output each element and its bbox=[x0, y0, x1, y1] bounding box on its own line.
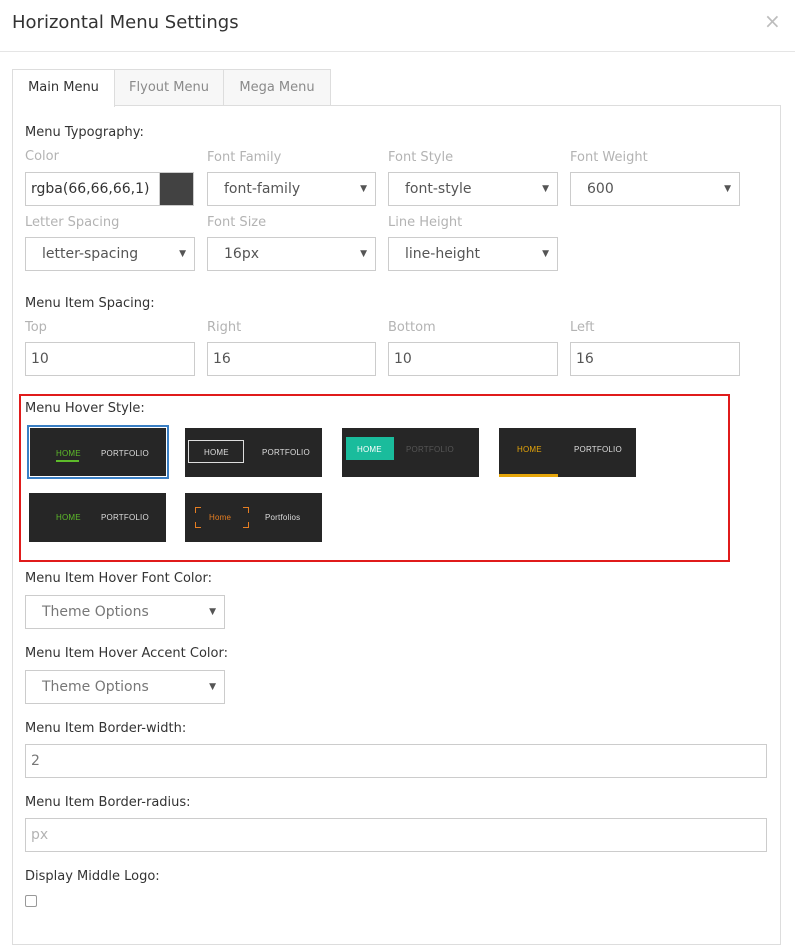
font-size-value: 16px bbox=[224, 246, 259, 262]
middle-logo-checkbox[interactable] bbox=[25, 895, 37, 907]
preview-home-label: HOME bbox=[56, 513, 81, 522]
hover-font-color-title: Menu Item Hover Font Color: bbox=[25, 571, 212, 586]
font-style-select[interactable]: font-style ▼ bbox=[388, 172, 558, 206]
tab-flyout-menu[interactable]: Flyout Menu bbox=[114, 69, 224, 106]
hover-font-color-value: Theme Options bbox=[42, 604, 149, 620]
chevron-down-icon: ▼ bbox=[724, 184, 731, 194]
underline-accent bbox=[56, 460, 79, 462]
border-radius-title: Menu Item Border-radius: bbox=[25, 795, 191, 810]
hover-style-option-text-color[interactable]: HOME PORTFOLIO bbox=[29, 493, 166, 542]
chevron-down-icon: ▼ bbox=[179, 249, 186, 259]
chevron-down-icon: ▼ bbox=[542, 184, 549, 194]
color-input[interactable]: rgba(66,66,66,1) bbox=[25, 172, 160, 206]
hover-style-option-underline[interactable]: HOME PORTFOLIO bbox=[27, 425, 169, 479]
font-family-value: font-family bbox=[224, 181, 301, 197]
hover-style-option-bottom-bar[interactable]: HOME PORTFOLIO bbox=[499, 428, 636, 477]
preview-home-label: HOME bbox=[357, 445, 382, 454]
preview-portfolio-label: PORTFOLIO bbox=[101, 449, 149, 458]
spacing-bottom-label: Bottom bbox=[388, 320, 436, 335]
spacing-right-label: Right bbox=[207, 320, 242, 335]
preview-home-label: Home bbox=[209, 513, 232, 522]
color-swatch[interactable] bbox=[159, 172, 194, 206]
bracket-corner bbox=[195, 522, 201, 528]
font-weight-select[interactable]: 600 ▼ bbox=[570, 172, 740, 206]
preview-portfolio-label: PORTFOLIO bbox=[101, 513, 149, 522]
spacing-right-input[interactable]: 16 bbox=[207, 342, 376, 376]
typography-title: Menu Typography: bbox=[25, 125, 144, 140]
preview-home-label: HOME bbox=[517, 445, 542, 454]
spacing-top-label: Top bbox=[25, 320, 47, 335]
border-width-input[interactable]: 2 bbox=[25, 744, 767, 778]
preview-portfolio-label: PORTFOLIO bbox=[574, 445, 622, 454]
hover-style-title: Menu Hover Style: bbox=[25, 401, 145, 416]
preview-home-label: HOME bbox=[56, 449, 81, 458]
font-style-value: font-style bbox=[405, 181, 472, 197]
font-family-label: Font Family bbox=[207, 150, 282, 165]
line-height-value: line-height bbox=[405, 246, 480, 262]
chevron-down-icon: ▼ bbox=[209, 607, 216, 617]
preview-portfolio-label: PORTFOLIO bbox=[262, 448, 310, 457]
hover-accent-color-select[interactable]: Theme Options ▼ bbox=[25, 670, 225, 704]
font-weight-label: Font Weight bbox=[570, 150, 648, 165]
spacing-top-input[interactable]: 10 bbox=[25, 342, 195, 376]
preview-portfolio-label: PORTFOLIO bbox=[406, 445, 454, 454]
font-style-label: Font Style bbox=[388, 150, 454, 165]
font-family-select[interactable]: font-family ▼ bbox=[207, 172, 376, 206]
tab-mega-menu[interactable]: Mega Menu bbox=[223, 69, 331, 106]
font-size-select[interactable]: 16px ▼ bbox=[207, 237, 376, 271]
spacing-left-input[interactable]: 16 bbox=[570, 342, 740, 376]
spacing-title: Menu Item Spacing: bbox=[25, 296, 155, 311]
hover-style-option-filled[interactable]: HOME PORTFOLIO bbox=[342, 428, 479, 477]
letter-spacing-select[interactable]: letter-spacing ▼ bbox=[25, 237, 195, 271]
hover-accent-color-value: Theme Options bbox=[42, 679, 149, 695]
middle-logo-title: Display Middle Logo: bbox=[25, 869, 160, 884]
border-width-title: Menu Item Border-width: bbox=[25, 721, 187, 736]
chevron-down-icon: ▼ bbox=[360, 184, 367, 194]
hover-style-option-outline[interactable]: HOME PORTFOLIO bbox=[185, 428, 322, 477]
font-size-label: Font Size bbox=[207, 215, 267, 230]
spacing-left-label: Left bbox=[570, 320, 595, 335]
border-radius-input[interactable]: px bbox=[25, 818, 767, 852]
spacing-bottom-input[interactable]: 10 bbox=[388, 342, 558, 376]
font-weight-value: 600 bbox=[587, 181, 614, 197]
hover-accent-color-title: Menu Item Hover Accent Color: bbox=[25, 646, 228, 661]
preview-home-label: HOME bbox=[204, 448, 229, 457]
modal-title: Horizontal Menu Settings bbox=[12, 12, 239, 33]
color-label: Color bbox=[25, 149, 59, 164]
line-height-select[interactable]: line-height ▼ bbox=[388, 237, 558, 271]
bottom-bar-accent bbox=[499, 474, 558, 477]
line-height-label: Line Height bbox=[388, 215, 463, 230]
modal-header: Horizontal Menu Settings × bbox=[0, 0, 795, 52]
hover-font-color-select[interactable]: Theme Options ▼ bbox=[25, 595, 225, 629]
chevron-down-icon: ▼ bbox=[360, 249, 367, 259]
bracket-corner bbox=[243, 507, 249, 513]
tab-main-menu[interactable]: Main Menu bbox=[12, 69, 115, 107]
letter-spacing-value: letter-spacing bbox=[42, 246, 139, 262]
preview-portfolio-label: Portfolios bbox=[265, 513, 301, 522]
hover-style-option-brackets[interactable]: Home Portfolios bbox=[185, 493, 322, 542]
letter-spacing-label: Letter Spacing bbox=[25, 215, 120, 230]
bracket-corner bbox=[243, 522, 249, 528]
chevron-down-icon: ▼ bbox=[542, 249, 549, 259]
bracket-corner bbox=[195, 507, 201, 513]
close-icon[interactable]: × bbox=[764, 11, 781, 31]
chevron-down-icon: ▼ bbox=[209, 682, 216, 692]
